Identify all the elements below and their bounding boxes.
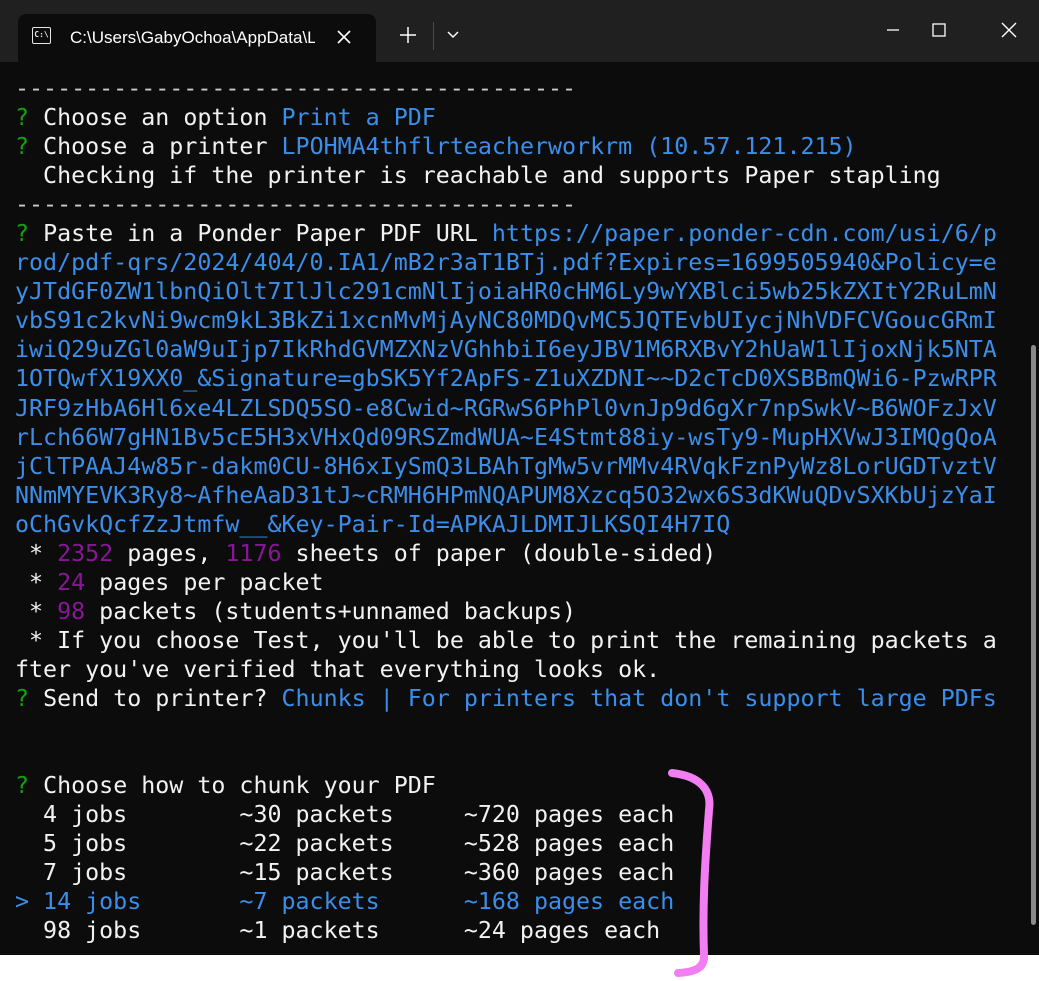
option-prompt-line: ? Choose an option Print a PDF <box>15 103 997 132</box>
url-line: rLch66W7gHN1Bv5cE5H3xVHxQd09RSZmdWUA~E4S… <box>15 423 997 452</box>
maximize-icon[interactable] <box>916 10 962 50</box>
send-prompt-line: ? Send to printer? Chunks | For printers… <box>15 684 997 713</box>
chunk-prompt: Choose how to chunk your PDF <box>43 772 436 800</box>
stats-text: packets (students+unnamed backups) <box>85 597 577 625</box>
test-keyword: Test <box>253 626 310 654</box>
separator-line: ---------------------------------------- <box>15 190 997 219</box>
url-line: iwiQ29uZGl0aW9uIjp7IkRhdGVMZXNzVGhhbiI6e… <box>15 335 997 364</box>
pages-per-packet: 24 <box>57 568 86 596</box>
chunk-option[interactable]: 5 jobs ~22 packets ~528 pages each <box>15 829 997 858</box>
minimize-icon[interactable] <box>870 10 916 50</box>
tab-title: C:\Users\GabyOchoa\AppData\Local\Microso… <box>70 28 315 47</box>
url-text: iwiQ29uZGl0aW9uIjp7IkRhdGVMZXNzVGhhbiI6e… <box>15 336 997 364</box>
terminal-output[interactable]: ----------------------------------------… <box>0 62 1039 955</box>
send-prompt: Send to printer? <box>43 684 282 712</box>
chevron-down-icon[interactable] <box>438 14 468 56</box>
terminal-window: C:\ C:\Users\GabyOchoa\AppData\Local\Mic… <box>0 0 1039 955</box>
packet-count: 98 <box>57 597 86 625</box>
url-text: oChGvkQcfZzJtmfw__&Key-Pair-Id=APKAJLDMI… <box>15 510 731 538</box>
chunk-option-text: 7 jobs ~15 packets ~360 pages each <box>15 859 675 887</box>
question-mark: ? <box>15 133 44 161</box>
send-answer: Chunks | For printers that don't support… <box>281 684 997 712</box>
chunk-prompt-line: ? Choose how to chunk your PDF <box>15 771 997 800</box>
bullet: * <box>15 539 58 567</box>
url-text: NNmMYEVK3Ry8~AfheAaD31tJ~cRMH6HPmNQAPUM8… <box>15 481 997 509</box>
bullet: * <box>15 597 58 625</box>
stats-text: * If you choose <box>15 626 254 654</box>
url-text: rod/pdf-qrs/2024/404/0.IA1/mB2r3aT1BTj.p… <box>15 249 997 277</box>
chunk-option-text: 98 jobs ~1 packets ~24 pages each <box>15 917 661 945</box>
blank-line <box>15 713 997 742</box>
stats-packets-line: * 98 packets (students+unnamed backups) <box>15 597 997 626</box>
printer-prompt-line: ? Choose a printer LPOHMA4thflrteacherwo… <box>15 132 997 161</box>
url-text: 1OTQwfX19XX0_&Signature=gbSK5Yf2ApFS-Z1u… <box>15 365 997 393</box>
stats-text: pages, <box>113 539 226 567</box>
option-answer: Print a PDF <box>281 104 436 132</box>
url-text: jClTPAAJ4w85r-dakm0CU-8H6xIySmQ3LBAhTgMw… <box>15 452 997 480</box>
url-answer: https://paper.ponder-cdn.com/usi/6/p <box>491 220 997 248</box>
url-text: yJTdGF0ZW1lbnQiOlt7IlJlc291cmNlIjoiaHR0c… <box>15 278 997 306</box>
checking-line: Checking if the printer is reachable and… <box>15 161 997 190</box>
close-icon[interactable] <box>986 10 1032 50</box>
url-text: JRF9zHbA6Hl6xe4LZLSDQ5SO-e8Cwid~RGRwS6Ph… <box>15 394 997 422</box>
printer-answer: LPOHMA4thflrteacherworkrm (10.57.121.215… <box>281 133 857 161</box>
stats-per-packet-line: * 24 pages per packet <box>15 568 997 597</box>
title-bar[interactable]: C:\ C:\Users\GabyOchoa\AppData\Local\Mic… <box>0 0 1039 62</box>
divider <box>433 22 434 50</box>
chunk-option[interactable]: 4 jobs ~30 packets ~720 pages each <box>15 800 997 829</box>
blank-line <box>15 742 997 771</box>
page-count: 2352 <box>57 539 114 567</box>
stats-pages-line: * 2352 pages, 1176 sheets of paper (doub… <box>15 539 997 568</box>
url-line: jClTPAAJ4w85r-dakm0CU-8H6xIySmQ3LBAhTgMw… <box>15 452 997 481</box>
option-prompt: Choose an option <box>43 104 282 132</box>
url-line: vbS91c2kvNi9wcm9kL3BkZi1xcnMvMjAyNC80MDQ… <box>15 306 997 335</box>
separator-text: ---------------------------------------- <box>15 191 577 219</box>
question-mark: ? <box>15 220 44 248</box>
terminal-tab[interactable]: C:\ C:\Users\GabyOchoa\AppData\Local\Mic… <box>18 14 376 62</box>
url-line: rod/pdf-qrs/2024/404/0.IA1/mB2r3aT1BTj.p… <box>15 248 997 277</box>
stats-text: , you'll be able to print the remaining … <box>309 626 997 654</box>
chunk-option-selected[interactable]: > 14 jobs ~7 packets ~168 pages each <box>15 887 997 916</box>
stats-text: sheets of paper (double-sided) <box>281 539 717 567</box>
chunk-option[interactable]: 7 jobs ~15 packets ~360 pages each <box>15 858 997 887</box>
url-prompt-line: ? Paste in a Ponder Paper PDF URL https:… <box>15 219 997 248</box>
url-line: yJTdGF0ZW1lbnQiOlt7IlJlc291cmNlIjoiaHR0c… <box>15 277 997 306</box>
scrollbar-thumb[interactable] <box>1031 345 1036 925</box>
new-tab-icon[interactable] <box>388 14 428 56</box>
separator-line: ---------------------------------------- <box>15 74 997 103</box>
url-text: rLch66W7gHN1Bv5cE5H3xVHxQd09RSZmdWUA~E4S… <box>15 423 997 451</box>
sheet-count: 1176 <box>225 539 282 567</box>
url-line: NNmMYEVK3Ry8~AfheAaD31tJ~cRMH6HPmNQAPUM8… <box>15 481 997 510</box>
url-line: oChGvkQcfZzJtmfw__&Key-Pair-Id=APKAJLDMI… <box>15 510 997 539</box>
url-prompt: Paste in a Ponder Paper PDF URL <box>43 220 492 248</box>
chunk-option-text: 5 jobs ~22 packets ~528 pages each <box>15 830 675 858</box>
bullet: * <box>15 568 58 596</box>
separator-text: ---------------------------------------- <box>15 75 577 102</box>
stats-text: fter you've verified that everything loo… <box>15 655 661 683</box>
terminal-icon: C:\ <box>32 27 51 44</box>
question-mark: ? <box>15 772 44 800</box>
url-text: vbS91c2kvNi9wcm9kL3BkZi1xcnMvMjAyNC80MDQ… <box>15 307 997 335</box>
chunk-option-text: 4 jobs ~30 packets ~720 pages each <box>15 801 675 829</box>
test-note-line: * If you choose Test, you'll be able to … <box>15 626 997 655</box>
chunk-option-text: > 14 jobs ~7 packets ~168 pages each <box>15 888 675 916</box>
close-tab-icon[interactable] <box>326 21 362 53</box>
stats-text: pages per packet <box>85 568 324 596</box>
question-mark: ? <box>15 104 44 132</box>
url-line: JRF9zHbA6Hl6xe4LZLSDQ5SO-e8Cwid~RGRwS6Ph… <box>15 394 997 423</box>
question-mark: ? <box>15 684 44 712</box>
test-note-line: fter you've verified that everything loo… <box>15 655 997 684</box>
printer-prompt: Choose a printer <box>43 133 282 161</box>
url-line: 1OTQwfX19XX0_&Signature=gbSK5Yf2ApFS-Z1u… <box>15 364 997 393</box>
checking-text: Checking if the printer is reachable and… <box>15 162 941 190</box>
chunk-option[interactable]: 98 jobs ~1 packets ~24 pages each <box>15 916 997 945</box>
